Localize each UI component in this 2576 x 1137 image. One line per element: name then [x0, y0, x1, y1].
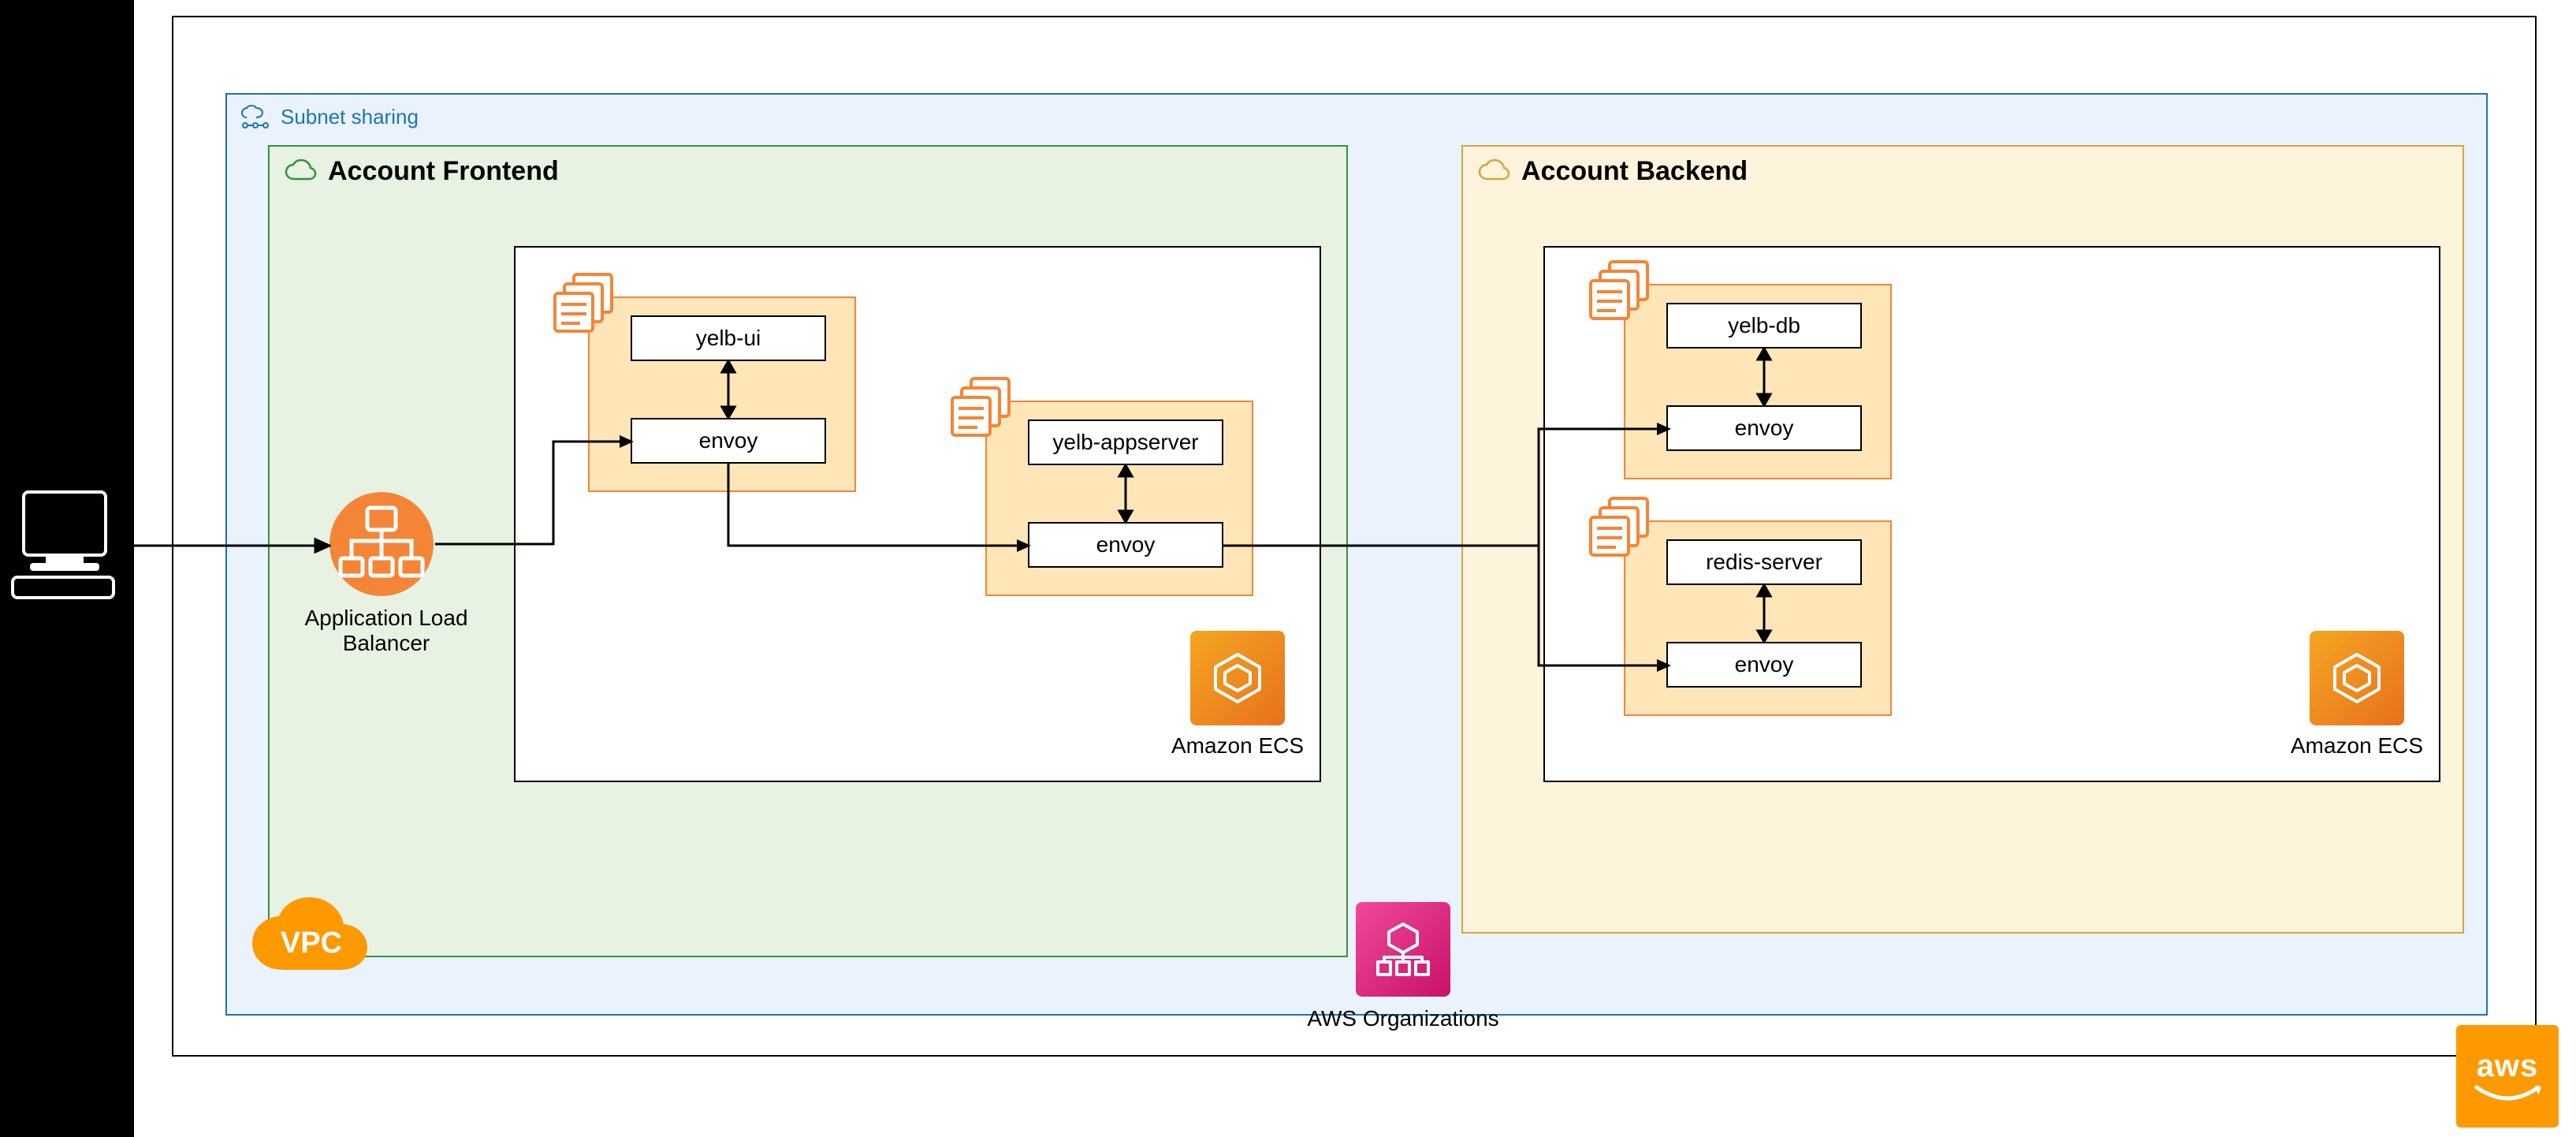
account-backend-title: Account Backend — [1521, 156, 1748, 187]
cloud-icon-frontend — [282, 153, 318, 189]
yelb-ui-box: yelb-ui — [631, 315, 826, 361]
yelb-appserver-box: yelb-appserver — [1028, 419, 1223, 465]
envoy-frontend-1-label: envoy — [699, 428, 758, 453]
redis-server-box: redis-server — [1666, 539, 1862, 585]
arrow-envoy1-envoy2 — [724, 464, 1033, 555]
arrow-redis-envoy — [1755, 585, 1774, 642]
aws-orgs-label: AWS Organizations — [1293, 1006, 1513, 1031]
subnet-sharing-title-bar: Subnet sharing — [227, 95, 431, 139]
account-frontend-title: Account Frontend — [328, 156, 559, 187]
account-frontend-title-bar: Account Frontend — [270, 147, 571, 196]
arrow-yelbui-envoy — [719, 361, 738, 418]
aws-logo: aws — [2456, 1025, 2559, 1128]
envoy-backend-2-box: envoy — [1666, 642, 1862, 688]
subnet-sharing-label: Subnet sharing — [281, 105, 419, 129]
subnet-sharing-icon — [240, 101, 271, 132]
task-frontend-2-stack-icon — [947, 374, 1015, 442]
arrow-alb-envoy1 — [435, 435, 635, 554]
yelb-appserver-label: yelb-appserver — [1052, 430, 1198, 455]
envoy-backend-1-box: envoy — [1666, 405, 1862, 451]
cloud-icon-backend — [1476, 153, 1512, 189]
amazon-ecs-label-backend: Amazon ECS — [2278, 733, 2436, 759]
vpc-badge: VPC — [244, 891, 378, 986]
alb-icon — [326, 489, 437, 599]
arrow-envoy2-backend2 — [1536, 546, 1673, 678]
yelb-db-box: yelb-db — [1666, 303, 1862, 349]
aws-orgs-icon — [1356, 902, 1450, 997]
envoy-backend-2-label: envoy — [1735, 652, 1794, 677]
arrow-yelbdb-envoy — [1755, 349, 1774, 405]
amazon-ecs-icon-frontend — [1190, 631, 1285, 725]
envoy-frontend-2-label: envoy — [1096, 532, 1156, 557]
account-backend-title-bar: Account Backend — [1463, 147, 1760, 196]
envoy-frontend-1-box: envoy — [631, 418, 826, 464]
task-frontend-1-stack-icon — [550, 270, 618, 337]
redis-server-label: redis-server — [1706, 550, 1822, 575]
task-backend-1-stack-icon — [1586, 257, 1654, 325]
yelb-db-label: yelb-db — [1728, 313, 1800, 338]
yelb-ui-label: yelb-ui — [696, 326, 761, 351]
arrow-envoy2-backend1 — [1223, 423, 1673, 558]
arrow-client-alb — [118, 538, 331, 554]
envoy-frontend-2-box: envoy — [1028, 522, 1223, 568]
amazon-ecs-icon-backend — [2310, 631, 2404, 725]
aws-logo-text: aws — [2477, 1049, 2539, 1084]
alb-label: Application Load Balancer — [260, 606, 512, 656]
svg-text:VPC: VPC — [281, 926, 342, 960]
client-icon — [8, 486, 118, 604]
envoy-backend-1-label: envoy — [1735, 416, 1794, 441]
amazon-ecs-label-frontend: Amazon ECS — [1159, 733, 1316, 759]
arrow-appserver-envoy — [1116, 465, 1135, 522]
